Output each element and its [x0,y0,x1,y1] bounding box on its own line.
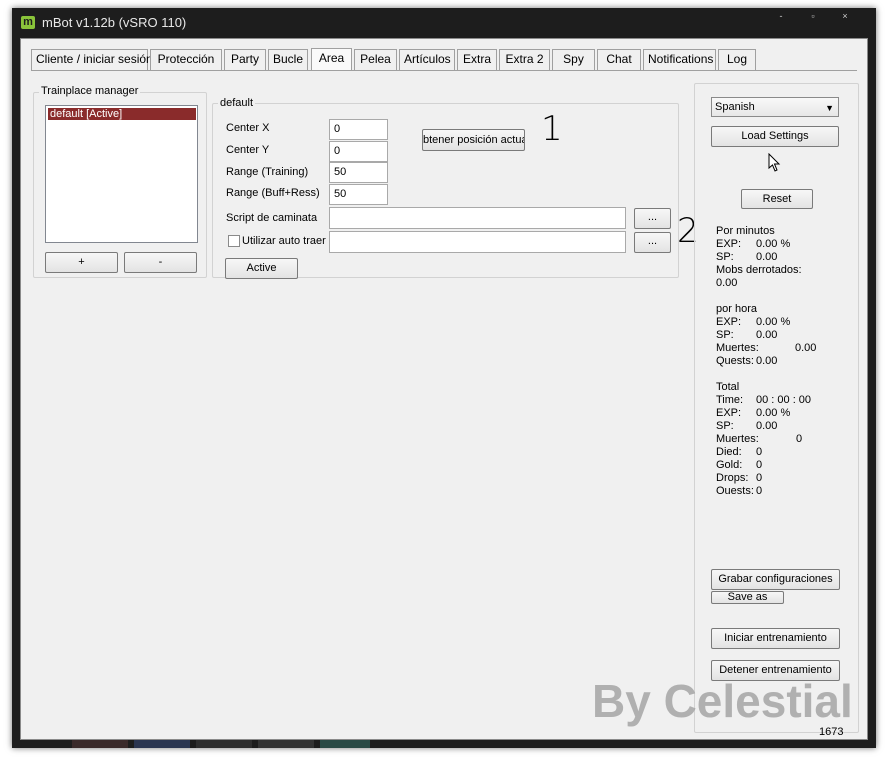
range-buff-label: Range (Buff+Ress) [226,187,320,199]
taskbar-item [134,740,190,748]
active-button[interactable]: Active [225,258,298,279]
total-gold-label: Gold: [716,459,743,471]
total-quests-label: Ouests: [716,485,754,497]
per-minute-sp-value: 0.00 [756,251,778,263]
tab-log[interactable]: Log [718,49,756,70]
total-exp-value: 0.00 % [756,407,791,419]
remove-trainplace-button[interactable]: - [124,252,197,273]
get-position-button[interactable]: btener posición actua [422,129,525,151]
total-heading: Total [716,381,740,393]
total-time-value: 00 : 00 : 00 [756,394,812,406]
total-drops-value: 0 [756,472,763,484]
tab-loop[interactable]: Bucle [268,49,308,70]
tab-client-login[interactable]: Cliente / iniciar sesión [31,49,153,70]
center-x-label: Center X [226,122,270,134]
save-as-button[interactable]: Save as [711,591,784,604]
tab-extra[interactable]: Extra [457,49,497,70]
per-hour-exp-label: EXP: [716,316,742,328]
close-button[interactable]: × [832,11,858,23]
taskbar-item [72,740,128,748]
range-training-label: Range (Training) [226,166,309,178]
total-sp-value: 0.00 [756,420,778,432]
language-select[interactable]: Spanish ▼ [711,97,839,117]
per-hour-quests-label: Quests: [716,355,754,367]
total-sp-label: SP: [716,420,734,432]
tab-protection[interactable]: Protección [150,49,222,70]
center-x-field[interactable]: 0 [329,119,388,140]
title-bar[interactable]: m mBot v1.12b (vSRO 110) - ▫ × [12,8,876,38]
per-hour-sp-label: SP: [716,329,734,341]
tab-chat[interactable]: Chat [597,49,641,70]
range-buff-field[interactable]: 50 [329,184,388,205]
tab-spy[interactable]: Spy [552,49,595,70]
range-training-field[interactable]: 50 [329,162,388,183]
walk-script-browse-button[interactable]: ... [634,208,671,229]
mouse-cursor-icon [768,153,781,172]
auto-trace-checkbox[interactable] [228,235,240,247]
total-drops-label: Drops: [716,472,749,484]
load-settings-button[interactable]: Load Settings [711,126,839,147]
center-y-field[interactable]: 0 [329,141,388,162]
client-area: Cliente / iniciar sesión Protección Part… [20,38,868,740]
auto-trace-field[interactable] [329,231,626,253]
chevron-down-icon: ▼ [825,103,834,113]
per-minute-exp-value: 0.00 % [756,238,791,250]
taskbar-item [196,740,252,748]
taskbar-preview [72,740,392,748]
add-trainplace-button[interactable]: + [45,252,118,273]
window-title: mBot v1.12b (vSRO 110) [42,15,187,30]
tab-items[interactable]: Artículos [399,49,455,70]
language-select-value: Spanish [715,101,755,113]
per-hour-deaths-label: Muertes: [716,342,759,354]
list-item[interactable]: default [Active] [48,108,196,120]
minimize-button[interactable]: - [768,11,794,23]
trainplace-manager-title: Trainplace manager [39,85,141,97]
watermark: By Celestial [592,675,853,727]
tab-area[interactable]: Area [311,48,352,71]
auto-trace-browse-button[interactable]: ... [634,232,671,253]
annotation-1: 1 [541,109,563,149]
total-quests-value: 0 [756,485,763,497]
total-died-value: 0 [756,446,763,458]
walk-script-label: Script de caminata [226,212,318,224]
center-y-label: Center Y [226,144,270,156]
taskbar-item [320,740,370,748]
walk-script-field[interactable] [329,207,626,229]
save-settings-button[interactable]: Grabar configuraciones [711,569,840,590]
per-minute-mobs-value: 0.00 [716,277,738,289]
reset-button[interactable]: Reset [741,189,813,209]
total-time-label: Time: [716,394,744,406]
per-hour-exp-value: 0.00 % [756,316,791,328]
tab-party[interactable]: Party [224,49,266,70]
auto-trace-label: Utilizar auto traer [242,235,326,247]
total-deaths-value: 0 [796,433,803,445]
maximize-button[interactable]: ▫ [800,11,826,23]
total-gold-value: 0 [756,459,763,471]
per-hour-heading: por hora [716,303,757,315]
per-hour-quests-value: 0.00 [756,355,778,367]
per-minute-heading: Por minutos [716,225,775,237]
per-hour-sp-value: 0.00 [756,329,778,341]
app-logo-icon: m [21,16,35,29]
tab-fight[interactable]: Pelea [354,49,397,70]
per-minute-exp-label: EXP: [716,238,742,250]
per-minute-sp-label: SP: [716,251,734,263]
total-died-label: Died: [716,446,742,458]
tab-divider [31,70,857,71]
app-window: m mBot v1.12b (vSRO 110) - ▫ × Cliente /… [12,8,876,748]
trainplace-list[interactable]: default [Active] [45,105,198,243]
default-group-title: default [218,97,256,109]
taskbar-item [258,740,314,748]
per-hour-deaths-value: 0.00 [795,342,817,354]
tab-extra-2[interactable]: Extra 2 [499,49,550,70]
start-training-button[interactable]: Iniciar entrenamiento [711,628,840,649]
per-minute-mobs-label: Mobs derrotados: [716,264,802,276]
total-deaths-label: Muertes: [716,433,759,445]
tab-notifications[interactable]: Notifications [643,49,716,70]
total-exp-label: EXP: [716,407,742,419]
